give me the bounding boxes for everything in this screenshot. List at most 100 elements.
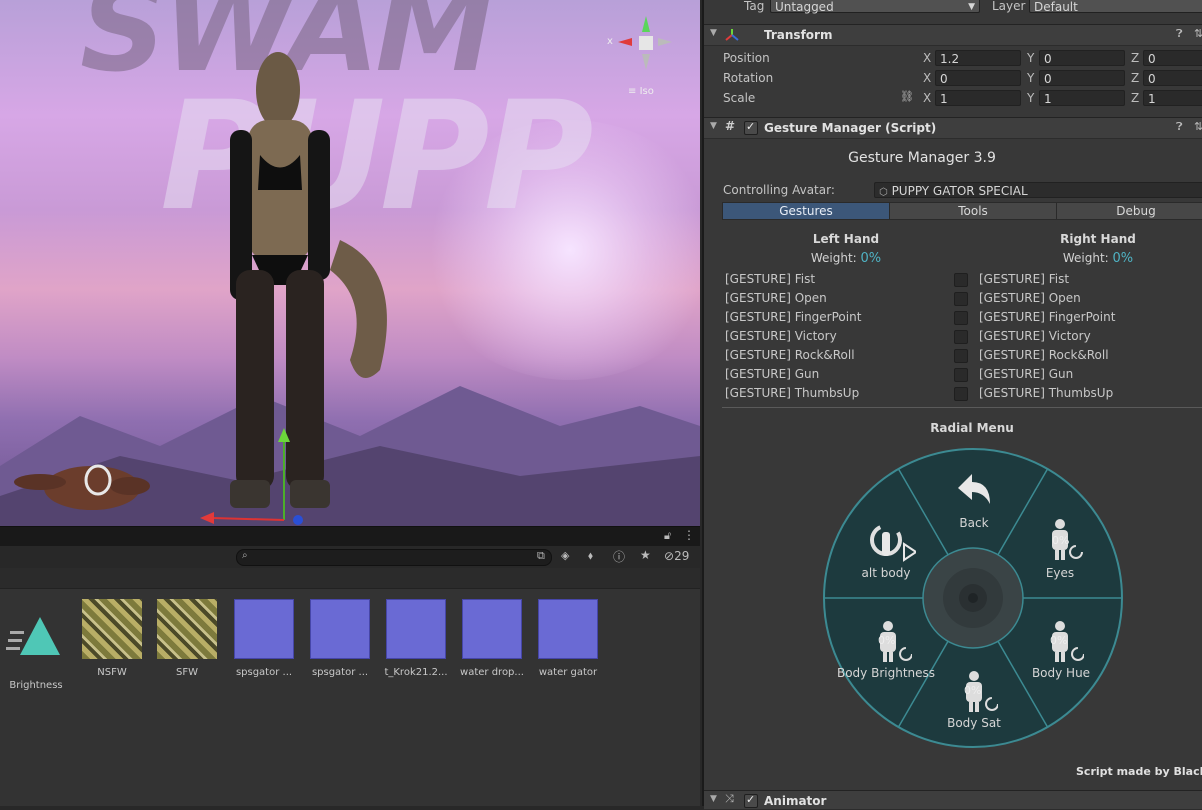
rotation-z-field[interactable]: 0 — [1143, 70, 1202, 86]
right-gesture-item[interactable]: [GESTURE] FingerPoint — [979, 310, 1115, 324]
link-icon[interactable]: ⛓︎ — [900, 90, 914, 103]
right-gesture-item[interactable]: [GESTURE] Fist — [979, 272, 1069, 286]
asset-thumbnail — [157, 599, 217, 659]
radial-item-eyes[interactable]: Eyes — [1036, 566, 1084, 580]
asset-item[interactable]: water drop... — [456, 599, 528, 678]
tab-debug[interactable]: Debug — [1056, 202, 1202, 220]
radial-item-body-sat[interactable]: Body Sat — [940, 716, 1008, 730]
left-gesture-item[interactable]: [GESTURE] Fist — [725, 272, 815, 286]
radial-item-body-hue[interactable]: Body Hue — [1026, 666, 1096, 680]
gesture-checkbox[interactable] — [954, 330, 968, 344]
alt-body-refresh-icon — [870, 524, 916, 562]
gizmo-mode-label[interactable]: ≡ Iso — [628, 86, 654, 97]
left-gesture-item[interactable]: [GESTURE] Open — [725, 291, 827, 305]
asset-thumbnail — [82, 599, 142, 659]
asset-label: NSFW — [97, 667, 127, 678]
layer-dropdown[interactable]: Default — [1029, 0, 1202, 14]
avatar-cube-icon: ⬡ — [879, 187, 888, 198]
radial-item-alt-body[interactable]: alt body — [846, 566, 926, 580]
right-gesture-item[interactable]: [GESTURE] Rock&Roll — [979, 348, 1109, 362]
left-gesture-item[interactable]: [GESTURE] FingerPoint — [725, 310, 861, 324]
right-weight-value: 0% — [1112, 251, 1134, 266]
asset-item[interactable]: t_Krok21.2... — [380, 599, 452, 678]
scale-z-field[interactable]: 1 — [1143, 90, 1202, 106]
filter-type-icon[interactable]: ◈ — [561, 549, 569, 562]
scene-view[interactable]: SWAM PUPP x ≡ Iso — [0, 0, 700, 526]
gesture-checkbox[interactable] — [954, 292, 968, 306]
gesture-manager-heading: Gesture Manager 3.9 — [848, 150, 996, 166]
tab-tools[interactable]: Tools — [889, 202, 1057, 220]
settings-icon[interactable]: ⇅ — [1194, 27, 1202, 40]
project-search-input[interactable]: ⌕ — [236, 549, 552, 566]
asset-item[interactable]: water gator — [532, 599, 604, 678]
transform-icon — [725, 29, 739, 41]
asset-label: water drop... — [460, 667, 524, 678]
asset-item[interactable]: SFW — [151, 599, 223, 678]
kebab-menu-icon[interactable]: ⋮ — [683, 528, 695, 542]
script-credit: Script made by BlackSta — [1076, 765, 1202, 778]
hidden-packages-button[interactable]: ⊘29 — [664, 549, 689, 563]
position-x-field[interactable]: 1.2 — [935, 50, 1021, 66]
enabled-checkbox[interactable]: ✓ — [744, 120, 758, 135]
right-gesture-item[interactable]: [GESTURE] Gun — [979, 367, 1073, 381]
rotation-y-field[interactable]: 0 — [1039, 70, 1125, 86]
left-weight-label: Weight: — [810, 251, 857, 265]
gesture-checkbox[interactable] — [954, 368, 968, 382]
left-gesture-item[interactable]: [GESTURE] Victory — [725, 329, 837, 343]
asset-item[interactable]: spsgator ... — [304, 599, 376, 678]
tab-gestures[interactable]: Gestures — [722, 202, 890, 220]
gesture-checkbox[interactable] — [954, 273, 968, 287]
left-gesture-item[interactable]: [GESTURE] Rock&Roll — [725, 348, 855, 362]
position-y-field[interactable]: 0 — [1039, 50, 1125, 66]
animator-component-header[interactable]: ▼ ⤨ ✓ Animator — [704, 790, 1202, 810]
scene-orientation-gizmo[interactable] — [612, 12, 682, 82]
asset-item[interactable]: NSFW — [76, 599, 148, 678]
asset-item[interactable]: spsgator ... — [228, 599, 300, 678]
position-z-field[interactable]: 0 — [1143, 50, 1202, 66]
axis-z-label: Z — [1131, 51, 1140, 65]
right-gesture-item[interactable]: [GESTURE] ThumbsUp — [979, 386, 1113, 400]
project-asset-grid: Brightness NSFW SFW spsgator ... spsgato… — [0, 589, 700, 806]
scale-y-field[interactable]: 1 — [1039, 90, 1125, 106]
foldout-arrow-icon[interactable]: ▼ — [710, 28, 717, 38]
rotation-x-field[interactable]: 0 — [935, 70, 1021, 86]
gizmo-mode-text: Iso — [639, 86, 654, 97]
left-gesture-item[interactable]: [GESTURE] ThumbsUp — [725, 386, 859, 400]
radial-item-back[interactable]: Back — [954, 516, 994, 530]
scale-x-field[interactable]: 1 — [935, 90, 1021, 106]
transform-gizmo[interactable] — [200, 420, 320, 526]
foldout-arrow-icon[interactable]: ▼ — [710, 121, 717, 131]
project-panel-header: 🔓︎ ⋮ — [0, 526, 700, 547]
gesture-checkbox[interactable] — [954, 349, 968, 363]
gesture-checkbox[interactable] — [954, 387, 968, 401]
animator-icon: ⤨ — [725, 792, 734, 805]
help-icon[interactable]: ❓︎ — [1176, 120, 1183, 134]
gesture-manager-component-header[interactable]: ▼ # ✓ Gesture Manager (Script) ❓︎ ⇅ — [704, 117, 1202, 139]
lock-icon[interactable]: 🔓︎ — [664, 529, 671, 543]
iso-icon: ≡ — [628, 86, 640, 97]
filter-label-icon[interactable]: ⬧ — [588, 549, 593, 563]
search-options-icon[interactable]: ⧉ — [537, 549, 545, 563]
platypus-figure[interactable] — [12, 452, 152, 522]
right-gesture-item[interactable]: [GESTURE] Victory — [979, 329, 1091, 343]
body-hue-percent: 0% — [1050, 634, 1068, 647]
scale-label: Scale — [723, 91, 756, 105]
transform-component-header[interactable]: ▼ Transform ❓︎ ⇅ — [704, 24, 1202, 46]
favorite-star-icon[interactable]: ★ — [640, 548, 651, 562]
asset-thumbnail — [538, 599, 598, 659]
axis-x-label: X — [923, 71, 932, 85]
asset-item[interactable]: Brightness — [0, 609, 72, 691]
gesture-checkbox[interactable] — [954, 311, 968, 325]
left-hand-weight: Weight: 0% — [774, 251, 918, 266]
radial-item-body-brightness[interactable]: Body Brightness — [836, 666, 936, 680]
foldout-arrow-icon[interactable]: ▼ — [710, 794, 717, 804]
tag-dropdown[interactable]: Untagged ▼ — [770, 0, 980, 14]
warning-icon[interactable]: ⓘ — [613, 548, 625, 565]
help-icon[interactable]: ❓︎ — [1176, 27, 1183, 41]
right-gesture-item[interactable]: [GESTURE] Open — [979, 291, 1081, 305]
controlling-avatar-field[interactable]: ⬡ PUPPY GATOR SPECIAL — [874, 182, 1202, 198]
controlling-avatar-label: Controlling Avatar: — [723, 183, 835, 197]
settings-icon[interactable]: ⇅ — [1194, 120, 1202, 133]
body-brightness-percent: 0% — [878, 634, 896, 647]
left-gesture-item[interactable]: [GESTURE] Gun — [725, 367, 819, 381]
